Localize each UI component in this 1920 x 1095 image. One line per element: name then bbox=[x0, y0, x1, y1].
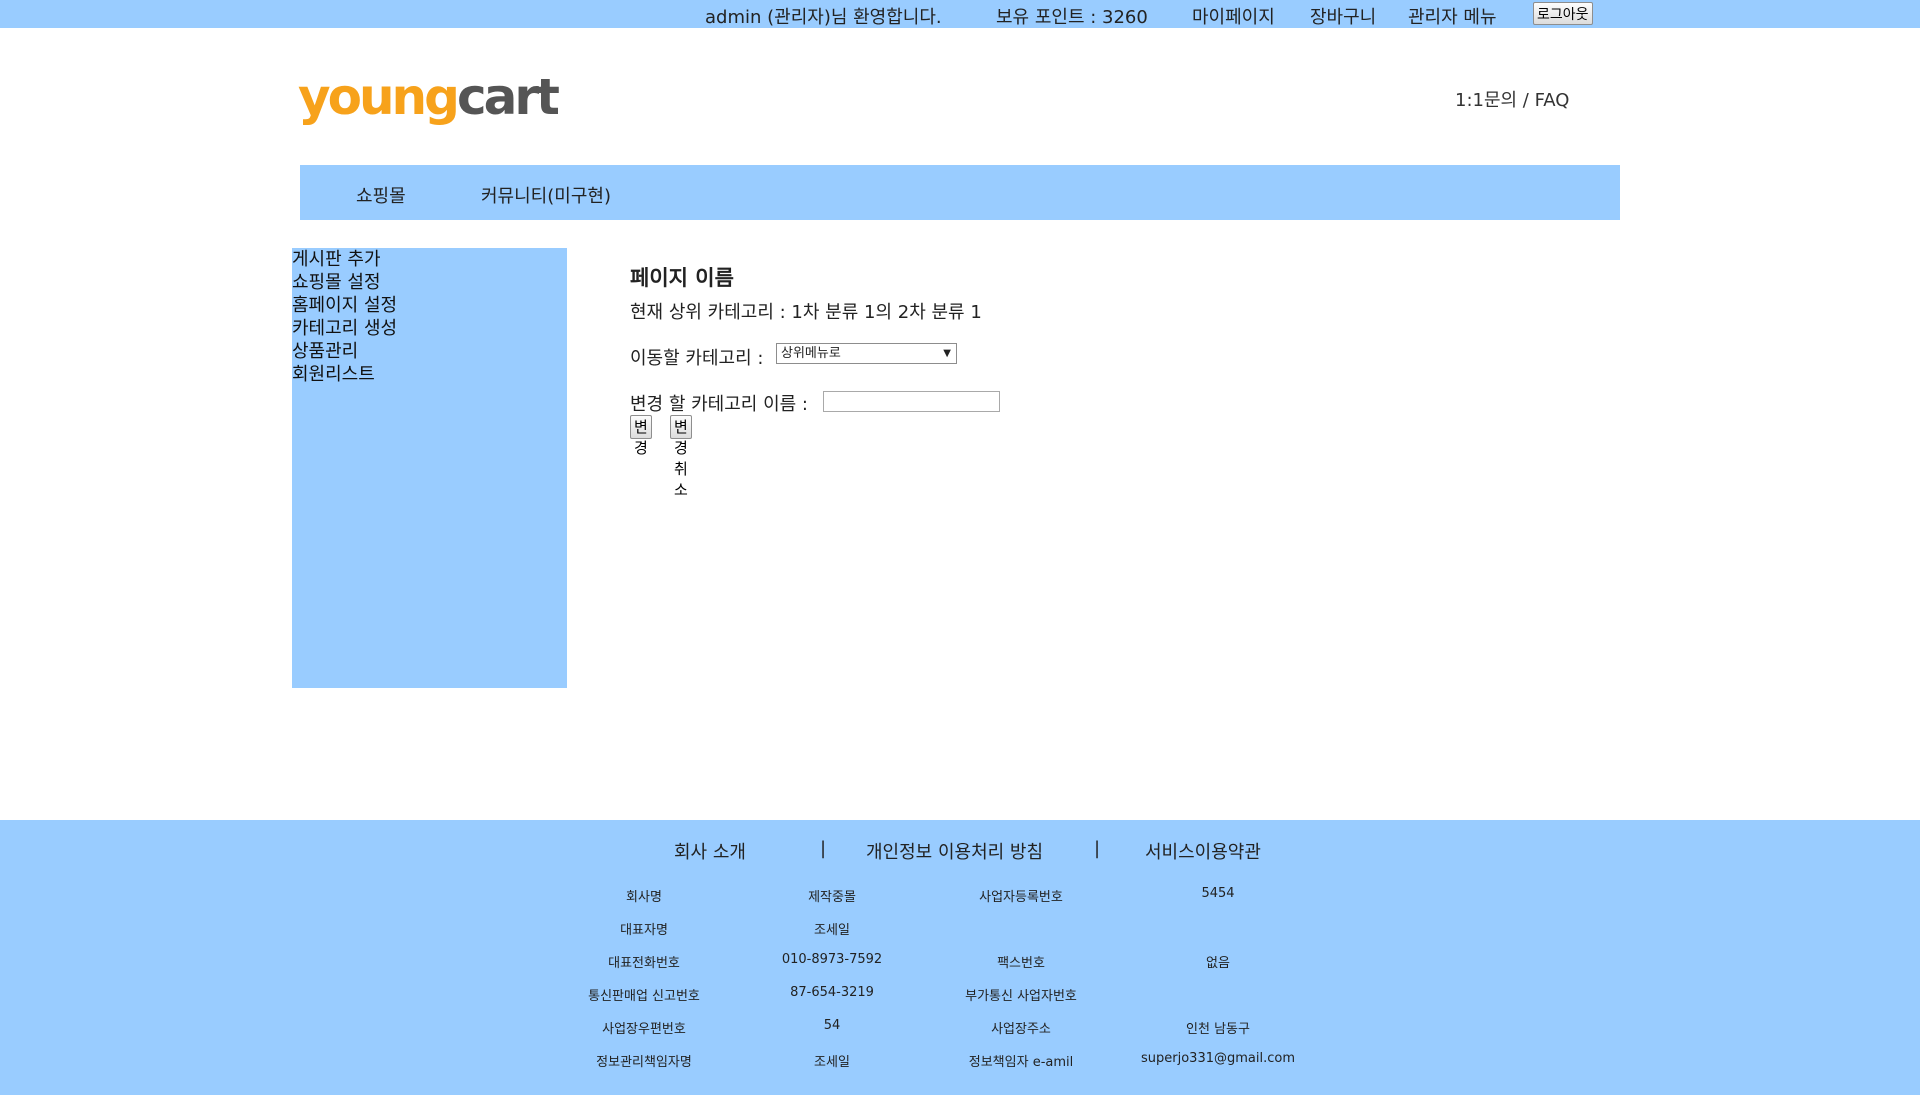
footer-link-company[interactable]: 회사 소개 bbox=[674, 838, 746, 864]
cart-link[interactable]: 장바구니 bbox=[1310, 3, 1376, 29]
nav-item-shoppingmall[interactable]: 쇼핑몰 bbox=[356, 182, 406, 208]
sidebar-item-homepage-settings[interactable]: 홈페이지 설정 bbox=[292, 294, 567, 317]
footer-link-terms[interactable]: 서비스이용약관 bbox=[1145, 838, 1261, 864]
rename-category-input[interactable] bbox=[823, 391, 1000, 412]
move-category-selected: 상위메뉴로 bbox=[781, 346, 841, 361]
main-nav: 쇼핑몰 커뮤니티(미구현) bbox=[300, 165, 1620, 220]
footer-separator: | bbox=[1094, 838, 1101, 859]
admin-menu-link[interactable]: 관리자 메뉴 bbox=[1408, 3, 1497, 29]
change-button[interactable]: 변경 bbox=[630, 415, 652, 457]
footer-cell: 대표전화번호 bbox=[608, 956, 680, 971]
cancel-change-button[interactable]: 변경 취소 bbox=[670, 415, 692, 499]
footer-cell: 인천 남동구 bbox=[1186, 1022, 1250, 1037]
footer-cell: 부가통신 사업자번호 bbox=[965, 989, 1077, 1004]
welcome-text: admin (관리자)님 환영합니다. bbox=[705, 7, 942, 28]
sidebar-item-add-board[interactable]: 게시판 추가 bbox=[292, 248, 567, 271]
footer-cell: 정보책임자 e-amil bbox=[968, 1055, 1074, 1070]
rename-category-label: 변경 할 카테고리 이름 : bbox=[630, 394, 808, 415]
footer-cell: 조세일 bbox=[814, 923, 850, 938]
points-text: 보유 포인트 : 3260 bbox=[996, 7, 1148, 28]
footer-cell: 사업자등록번호 bbox=[979, 890, 1063, 905]
mypage-link[interactable]: 마이페이지 bbox=[1192, 3, 1275, 29]
footer-cell: 5454 bbox=[1201, 886, 1235, 901]
footer-cell: 대표자명 bbox=[620, 923, 668, 938]
sidebar-item-mall-settings[interactable]: 쇼핑몰 설정 bbox=[292, 271, 567, 294]
footer-cell: 010-8973-7592 bbox=[781, 952, 883, 967]
footer-cell: 조세일 bbox=[814, 1055, 850, 1070]
sidebar-item-member-list[interactable]: 회원리스트 bbox=[292, 363, 567, 386]
footer-cell: 제작중몰 bbox=[808, 890, 856, 905]
move-category-select[interactable]: 상위메뉴로 ▼ bbox=[776, 343, 957, 364]
logo-cart: cart bbox=[456, 68, 560, 126]
footer-cell: 팩스번호 bbox=[997, 956, 1045, 971]
footer-cell: 사업장우편번호 bbox=[602, 1022, 686, 1037]
logo[interactable]: youngcart bbox=[298, 68, 560, 126]
footer-cell: 87-654-3219 bbox=[790, 985, 874, 1000]
current-category-text: 현재 상위 카테고리 : 1차 분류 1의 2차 분류 1 bbox=[630, 302, 982, 323]
qna-faq-link[interactable]: 1:1문의 / FAQ bbox=[1455, 86, 1569, 112]
page-title: 페이지 이름 bbox=[630, 266, 734, 290]
footer-cell: 통신판매업 신고번호 bbox=[588, 989, 700, 1004]
footer-link-privacy[interactable]: 개인정보 이용처리 방침 bbox=[866, 838, 1043, 864]
footer-cell: 54 bbox=[823, 1018, 841, 1033]
sidebar-item-create-category[interactable]: 카테고리 생성 bbox=[292, 317, 567, 340]
footer-cell: 사업장주소 bbox=[991, 1022, 1051, 1037]
footer-cell: 정보관리책임자명 bbox=[596, 1055, 692, 1070]
dropdown-arrow-icon: ▼ bbox=[943, 348, 951, 359]
logo-young: young bbox=[298, 68, 460, 126]
move-category-label: 이동할 카테고리 : bbox=[630, 348, 764, 369]
footer-cell: 회사명 bbox=[626, 890, 662, 905]
top-bar: admin (관리자)님 환영합니다. 보유 포인트 : 3260 마이페이지 … bbox=[0, 0, 1920, 28]
admin-sidebar: 게시판 추가 쇼핑몰 설정 홈페이지 설정 카테고리 생성 상품관리 회원리스트 bbox=[292, 248, 567, 688]
nav-item-community[interactable]: 커뮤니티(미구현) bbox=[481, 182, 611, 208]
footer-cell: superjo331@gmail.com bbox=[1141, 1051, 1295, 1066]
footer-separator: | bbox=[820, 838, 827, 859]
logout-button[interactable]: 로그아웃 bbox=[1533, 2, 1593, 25]
footer-cell: 없음 bbox=[1206, 956, 1230, 971]
footer: 회사 소개 | 개인정보 이용처리 방침 | 서비스이용약관 회사명 제작중몰 … bbox=[0, 820, 1920, 1095]
sidebar-item-product-management[interactable]: 상품관리 bbox=[292, 340, 567, 363]
